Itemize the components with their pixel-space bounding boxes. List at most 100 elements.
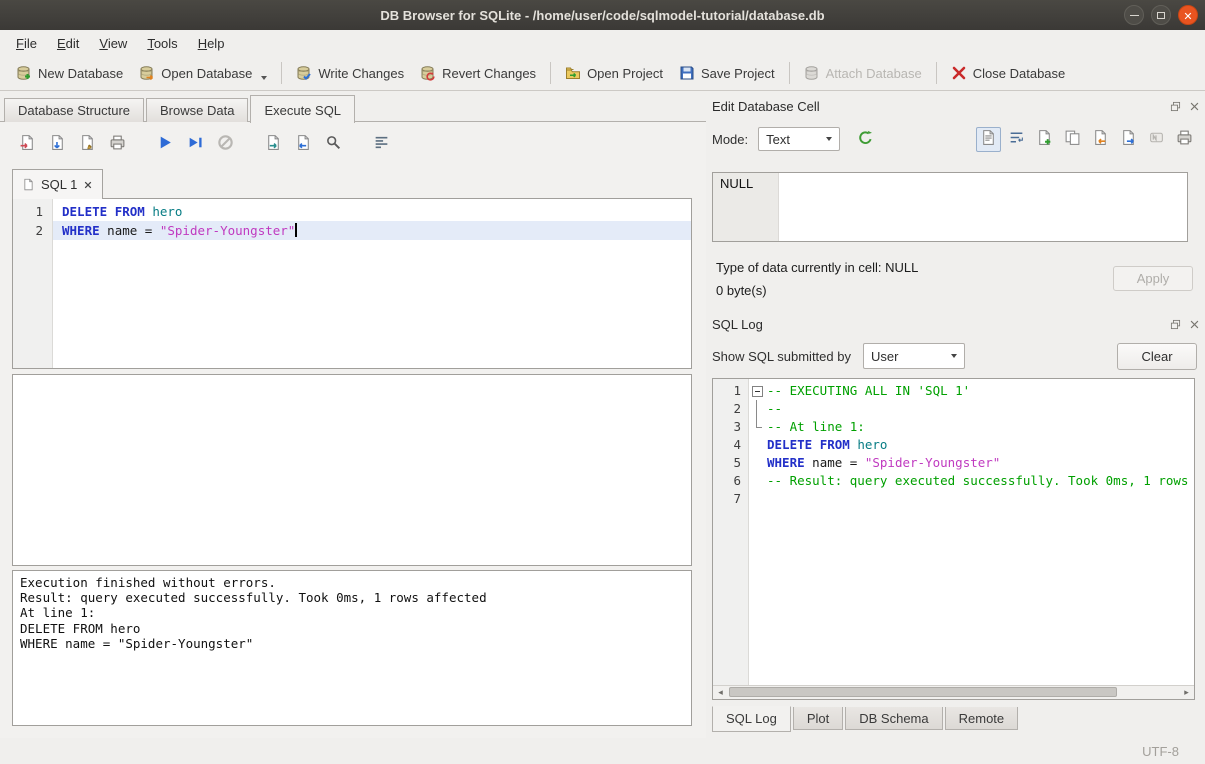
format-button[interactable] [368, 131, 394, 157]
word-wrap-icon [1008, 129, 1025, 149]
float-dock-icon [1170, 101, 1181, 112]
close-database-button[interactable]: Close Database [943, 61, 1074, 85]
close-dock-icon [1189, 101, 1200, 112]
tab-sql-log[interactable]: SQL Log [712, 706, 791, 732]
mode-select[interactable]: Text [758, 127, 840, 151]
line-number: 4 [713, 436, 749, 454]
line-number: 3 [713, 418, 749, 436]
edit-cell-toolbar: Mode: Text [712, 126, 1197, 152]
auto-apply-button[interactable] [852, 126, 878, 152]
code-line[interactable]: 5WHERE name = "Spider-Youngster" [713, 454, 1194, 472]
code-line[interactable]: 2-- [713, 400, 1194, 418]
new-database-button[interactable]: New Database [8, 61, 131, 85]
main-toolbar: New Database Open Database Write Changes… [0, 56, 1205, 91]
import-sql-button[interactable] [290, 131, 316, 157]
float-dock-button[interactable] [1169, 318, 1182, 331]
edit-cell-header: Edit Database Cell [712, 96, 1201, 116]
menu-file[interactable]: File [6, 33, 47, 54]
code-line[interactable]: 4DELETE FROM hero [713, 436, 1194, 454]
tab-execute-sql[interactable]: Execute SQL [250, 95, 355, 123]
code-token: "Spider-Youngster" [160, 223, 295, 238]
close-icon [1183, 8, 1192, 23]
open-project-button[interactable]: Open Project [557, 61, 671, 85]
submitter-select[interactable]: User [863, 343, 965, 369]
scroll-left-icon[interactable] [713, 686, 728, 699]
execute-sql-panel: SQL 1 1DELETE FROM hero2WHERE name = "Sp… [0, 121, 706, 738]
maximize-icon [1157, 12, 1165, 19]
horizontal-scrollbar[interactable] [713, 685, 1194, 699]
menu-edit[interactable]: Edit [47, 33, 89, 54]
copy-doc-button[interactable] [1060, 127, 1085, 152]
close-button[interactable] [1178, 5, 1198, 25]
results-pane[interactable] [12, 374, 692, 566]
code-line[interactable]: 2WHERE name = "Spider-Youngster" [13, 221, 691, 240]
menu-help[interactable]: Help [188, 33, 235, 54]
chevron-down-icon [826, 137, 832, 141]
tab-db-schema[interactable]: DB Schema [845, 707, 942, 730]
tab-remote[interactable]: Remote [945, 707, 1019, 730]
apply-button[interactable]: Apply [1113, 266, 1193, 291]
execute-line-button[interactable] [182, 131, 208, 157]
code-line[interactable]: 1-- EXECUTING ALL IN 'SQL 1' [713, 382, 1194, 400]
save-project-button[interactable]: Save Project [671, 61, 783, 85]
close-tab-icon[interactable] [83, 180, 93, 190]
code-text: -- EXECUTING ALL IN 'SQL 1' [765, 382, 1194, 400]
titlebar[interactable]: DB Browser for SQLite - /home/user/code/… [0, 0, 1205, 30]
save-project-icon [679, 65, 695, 81]
word-wrap-button[interactable] [1004, 127, 1029, 152]
write-changes-button[interactable]: Write Changes [288, 61, 412, 85]
stop-button [212, 131, 238, 157]
import-doc-button[interactable] [1088, 127, 1113, 152]
sql-editor[interactable]: 1DELETE FROM hero2WHERE name = "Spider-Y… [12, 198, 692, 369]
open-database-button[interactable]: Open Database [131, 61, 275, 85]
edit-cell-title: Edit Database Cell [712, 99, 1169, 114]
maximize-button[interactable] [1151, 5, 1171, 25]
print-cell-button[interactable] [1172, 127, 1197, 152]
print-button[interactable] [104, 131, 130, 157]
tab-plot[interactable]: Plot [793, 707, 843, 730]
main-tab-bar: Database Structure Browse Data Execute S… [4, 94, 357, 122]
save-sql-file-button[interactable] [44, 131, 70, 157]
text-mode-button[interactable] [976, 127, 1001, 152]
code-token: -- At line 1: [767, 419, 865, 434]
open-sql-file-button[interactable] [14, 131, 40, 157]
code-token [107, 204, 115, 219]
close-dock-button[interactable] [1188, 318, 1201, 331]
execute-all-button[interactable] [152, 131, 178, 157]
code-token: name = [100, 223, 160, 238]
sql-editor-lines: 1DELETE FROM hero2WHERE name = "Spider-Y… [13, 202, 691, 240]
code-token: FROM [820, 437, 850, 452]
code-line[interactable]: 3 -- At line 1: [713, 418, 1194, 436]
cell-editor[interactable]: NULL [712, 172, 1188, 242]
sql-tab[interactable]: SQL 1 [12, 169, 103, 199]
code-line[interactable]: 7 [713, 490, 1194, 508]
open-sql-file-icon [19, 134, 36, 154]
float-dock-button[interactable] [1169, 100, 1182, 113]
new-doc-button[interactable] [1032, 127, 1057, 152]
message-line: DELETE FROM hero [20, 621, 684, 636]
scroll-right-icon[interactable] [1179, 686, 1194, 699]
minimize-button[interactable] [1124, 5, 1144, 25]
menu-tools[interactable]: Tools [137, 33, 187, 54]
find-replace-button[interactable] [320, 131, 346, 157]
tab-database-structure[interactable]: Database Structure [4, 98, 144, 122]
scrollbar-track[interactable] [728, 686, 1179, 699]
export-doc-button[interactable] [1116, 127, 1141, 152]
save-sql-as-icon [79, 134, 96, 154]
fold-collapse-icon[interactable] [749, 382, 765, 400]
sql-log-view[interactable]: 1-- EXECUTING ALL IN 'SQL 1'2--3 -- At li… [712, 378, 1195, 700]
code-token: WHERE [62, 223, 100, 238]
menu-view[interactable]: View [89, 33, 137, 54]
line-number: 5 [713, 454, 749, 472]
close-dock-button[interactable] [1188, 100, 1201, 113]
code-line[interactable]: 6-- Result: query executed successfully.… [713, 472, 1194, 490]
scrollbar-thumb[interactable] [729, 687, 1117, 697]
clear-button[interactable]: Clear [1117, 343, 1197, 370]
revert-changes-button[interactable]: Revert Changes [412, 61, 544, 85]
code-line[interactable]: 1DELETE FROM hero [13, 202, 691, 221]
save-sql-as-button[interactable] [74, 131, 100, 157]
export-sql-icon [265, 134, 282, 154]
tab-browse-data[interactable]: Browse Data [146, 98, 248, 122]
export-sql-button[interactable] [260, 131, 286, 157]
chevron-down-icon[interactable] [261, 76, 267, 80]
